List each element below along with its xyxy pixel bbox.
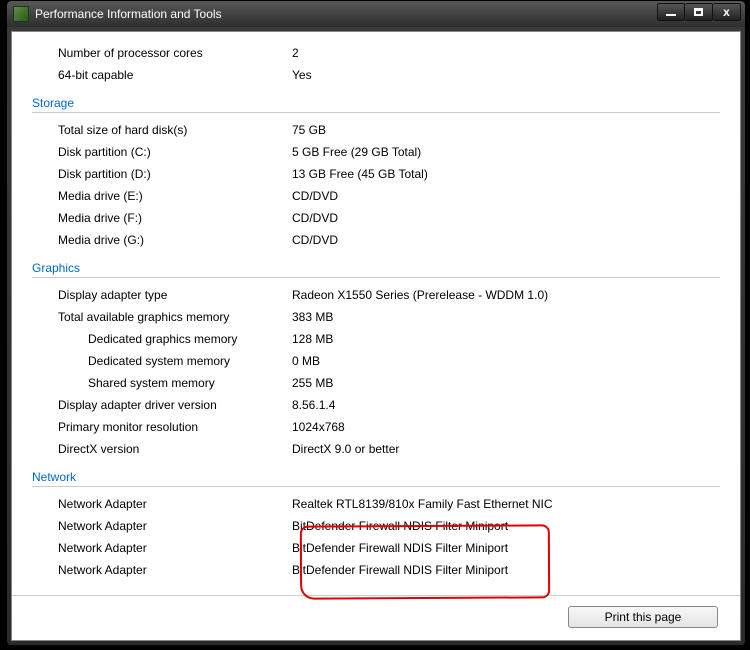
- info-label: Disk partition (C:): [32, 141, 292, 163]
- info-row: Media drive (F:)CD/DVD: [32, 207, 720, 229]
- window-title: Performance Information and Tools: [35, 7, 222, 21]
- close-icon: x: [723, 5, 730, 19]
- info-label: 64-bit capable: [32, 64, 292, 86]
- info-value: 1024x768: [292, 416, 720, 438]
- info-row: Primary monitor resolution1024x768: [32, 416, 720, 438]
- maximize-icon: [694, 8, 703, 16]
- info-label: Network Adapter: [32, 515, 292, 537]
- info-label: Media drive (F:): [32, 207, 292, 229]
- info-label: Display adapter driver version: [32, 394, 292, 416]
- info-value: 383 MB: [292, 306, 720, 328]
- info-value: Realtek RTL8139/810x Family Fast Etherne…: [292, 493, 720, 515]
- info-row: Dedicated graphics memory128 MB: [32, 328, 720, 350]
- info-row: Disk partition (C:)5 GB Free (29 GB Tota…: [32, 141, 720, 163]
- info-row: Disk partition (D:)13 GB Free (45 GB Tot…: [32, 163, 720, 185]
- info-row: Dedicated system memory0 MB: [32, 350, 720, 372]
- info-label: Media drive (E:): [32, 185, 292, 207]
- info-value: 75 GB: [292, 119, 720, 141]
- info-value: DirectX 9.0 or better: [292, 438, 720, 460]
- info-label: Dedicated graphics memory: [32, 328, 292, 350]
- titlebar[interactable]: Performance Information and Tools x: [7, 1, 745, 27]
- info-value: 8.56.1.4: [292, 394, 720, 416]
- info-row: Shared system memory255 MB: [32, 372, 720, 394]
- info-label: Display adapter type: [32, 284, 292, 306]
- info-value: 5 GB Free (29 GB Total): [292, 141, 720, 163]
- minimize-button[interactable]: [657, 3, 685, 21]
- info-value: Radeon X1550 Series (Prerelease - WDDM 1…: [292, 284, 720, 306]
- section-header: Network: [32, 470, 720, 487]
- section-header: Graphics: [32, 261, 720, 278]
- info-label: DirectX version: [32, 438, 292, 460]
- button-bar: Print this page: [12, 595, 740, 640]
- info-label: Network Adapter: [32, 493, 292, 515]
- info-row: Number of processor cores2: [32, 42, 720, 64]
- info-row: DirectX versionDirectX 9.0 or better: [32, 438, 720, 460]
- info-value: 13 GB Free (45 GB Total): [292, 163, 720, 185]
- info-row: Network AdapterBitDefender Firewall NDIS…: [32, 537, 720, 559]
- info-value: BitDefender Firewall NDIS Filter Minipor…: [292, 537, 720, 559]
- info-value: BitDefender Firewall NDIS Filter Minipor…: [292, 559, 720, 581]
- info-label: Network Adapter: [32, 537, 292, 559]
- info-label: Disk partition (D:): [32, 163, 292, 185]
- info-value: 0 MB: [292, 350, 720, 372]
- scroll-area[interactable]: Number of processor cores264-bit capable…: [12, 32, 740, 595]
- section-header: Storage: [32, 96, 720, 113]
- info-label: Media drive (G:): [32, 229, 292, 251]
- info-value: CD/DVD: [292, 185, 720, 207]
- info-row: Network AdapterRealtek RTL8139/810x Fami…: [32, 493, 720, 515]
- maximize-button[interactable]: [685, 3, 713, 21]
- window-controls: x: [657, 3, 741, 21]
- app-icon: [13, 6, 29, 22]
- info-row: Media drive (G:)CD/DVD: [32, 229, 720, 251]
- info-label: Total size of hard disk(s): [32, 119, 292, 141]
- info-row: Display adapter typeRadeon X1550 Series …: [32, 284, 720, 306]
- info-row: Network AdapterBitDefender Firewall NDIS…: [32, 559, 720, 581]
- client-area: Number of processor cores264-bit capable…: [11, 31, 741, 641]
- info-row: Network AdapterBitDefender Firewall NDIS…: [32, 515, 720, 537]
- info-value: 2: [292, 42, 720, 64]
- info-label: Dedicated system memory: [32, 350, 292, 372]
- info-label: Number of processor cores: [32, 42, 292, 64]
- info-row: Display adapter driver version8.56.1.4: [32, 394, 720, 416]
- info-value: 255 MB: [292, 372, 720, 394]
- info-value: CD/DVD: [292, 207, 720, 229]
- info-row: Media drive (E:)CD/DVD: [32, 185, 720, 207]
- info-value: CD/DVD: [292, 229, 720, 251]
- info-row: Total size of hard disk(s)75 GB: [32, 119, 720, 141]
- app-window: Performance Information and Tools x Numb…: [6, 0, 746, 646]
- info-value: Yes: [292, 64, 720, 86]
- info-row: 64-bit capableYes: [32, 64, 720, 86]
- info-value: 128 MB: [292, 328, 720, 350]
- info-label: Total available graphics memory: [32, 306, 292, 328]
- minimize-icon: [666, 14, 676, 16]
- info-label: Network Adapter: [32, 559, 292, 581]
- info-value: BitDefender Firewall NDIS Filter Minipor…: [292, 515, 720, 537]
- close-button[interactable]: x: [713, 3, 741, 21]
- print-page-button[interactable]: Print this page: [568, 606, 718, 628]
- info-label: Primary monitor resolution: [32, 416, 292, 438]
- info-label: Shared system memory: [32, 372, 292, 394]
- info-row: Total available graphics memory383 MB: [32, 306, 720, 328]
